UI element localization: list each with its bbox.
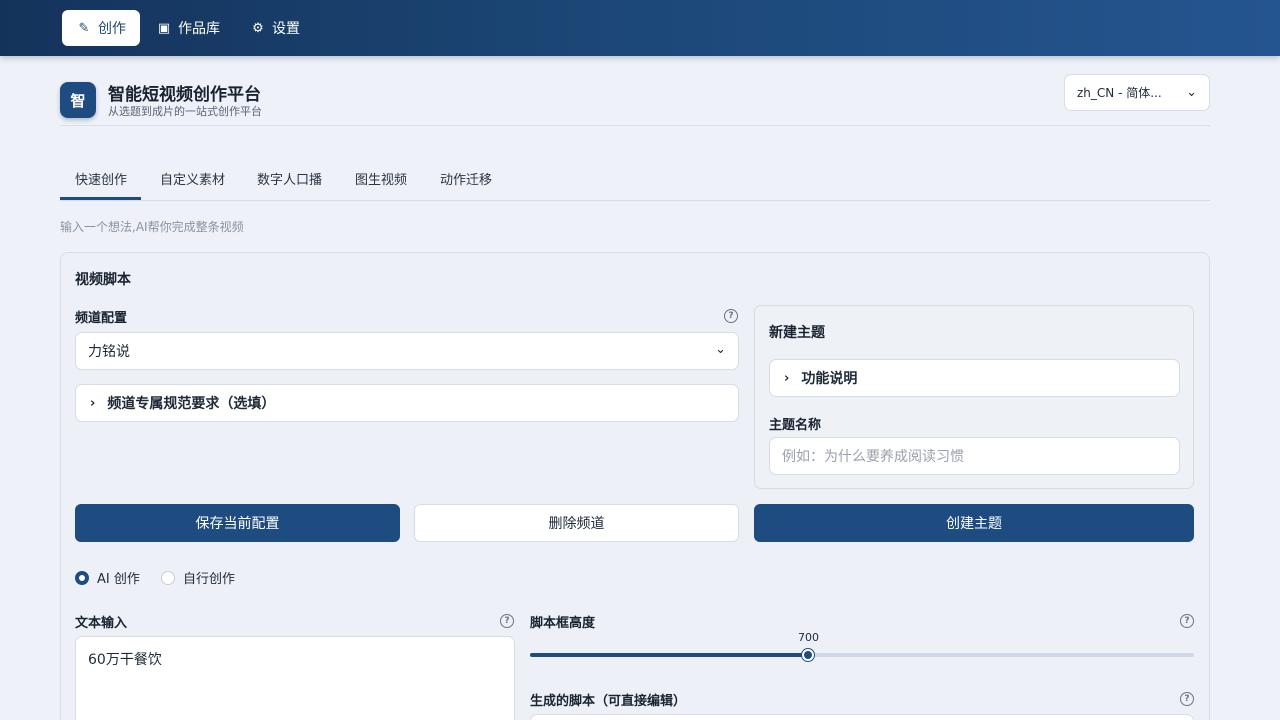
channel-rules-accordion[interactable]: › 频道专属规范要求（选填） bbox=[75, 384, 739, 422]
page-hint: 输入一个想法,AI帮你完成整条视频 bbox=[60, 220, 244, 234]
tab-motion-transfer[interactable]: 动作迁移 bbox=[440, 169, 492, 188]
top-nav: ✎ 创作 ▣ 作品库 ⚙ 设置 bbox=[0, 0, 1280, 56]
delete-channel-button[interactable]: 删除频道 bbox=[414, 504, 739, 542]
channel-rules-label: 频道专属规范要求（选填） bbox=[107, 396, 276, 412]
manual-create-label: 自行创作 bbox=[183, 572, 236, 587]
channel-select[interactable]: 力铭说 ⌄ bbox=[75, 332, 739, 370]
library-icon: ▣ bbox=[157, 20, 171, 36]
nav-library-label: 作品库 bbox=[178, 21, 220, 37]
manual-create-radio[interactable]: 自行创作 bbox=[161, 568, 235, 587]
text-input-area[interactable]: 60万干餐饮 bbox=[75, 636, 515, 720]
active-tab-indicator bbox=[60, 197, 141, 200]
header-divider bbox=[60, 125, 1210, 126]
channel-config-label: 频道配置 bbox=[75, 311, 128, 326]
app-subtitle: 从选题到成片的一站式创作平台 bbox=[108, 105, 262, 118]
save-config-button[interactable]: 保存当前配置 bbox=[75, 504, 400, 542]
nav-create-button[interactable]: ✎ 创作 bbox=[62, 10, 140, 46]
edit-icon: ✎ bbox=[78, 20, 90, 36]
topic-name-label: 主题名称 bbox=[769, 418, 822, 433]
nav-library-button[interactable]: ▣ 作品库 bbox=[142, 10, 234, 46]
script-height-slider[interactable] bbox=[530, 649, 1194, 661]
new-topic-title: 新建主题 bbox=[769, 325, 825, 341]
tab-digital-human[interactable]: 数字人口播 bbox=[257, 169, 322, 188]
generated-script-label: 生成的脚本（可直接编辑） bbox=[530, 694, 687, 709]
nav-settings-button[interactable]: ⚙ 设置 bbox=[236, 10, 314, 46]
channel-value: 力铭说 bbox=[88, 344, 130, 360]
tabs-divider bbox=[60, 200, 1210, 201]
help-icon[interactable]: ? bbox=[500, 614, 514, 628]
create-topic-button[interactable]: 创建主题 bbox=[754, 504, 1194, 542]
slider-value: 700 bbox=[798, 631, 819, 644]
help-icon[interactable]: ? bbox=[1180, 692, 1194, 706]
help-icon[interactable]: ? bbox=[724, 309, 738, 323]
ai-create-label: AI 创作 bbox=[97, 572, 140, 587]
nav-settings-label: 设置 bbox=[272, 21, 300, 37]
script-height-label: 脚本框高度 bbox=[530, 616, 596, 631]
language-value: zh_CN - 简体... bbox=[1077, 86, 1162, 100]
gear-icon: ⚙ bbox=[252, 20, 264, 36]
chevron-right-icon: › bbox=[90, 395, 96, 411]
chevron-down-icon: ⌄ bbox=[715, 342, 726, 357]
app-logo: 智 bbox=[60, 82, 96, 118]
language-select[interactable]: zh_CN - 简体... ⌄ bbox=[1064, 74, 1210, 111]
help-icon[interactable]: ? bbox=[1180, 614, 1194, 628]
ai-create-radio[interactable]: AI 创作 bbox=[75, 568, 140, 587]
app-title: 智能短视频创作平台 bbox=[108, 85, 261, 105]
chevron-right-icon: › bbox=[784, 370, 790, 386]
generated-script-editor[interactable] bbox=[530, 714, 1194, 720]
tab-custom-material[interactable]: 自定义素材 bbox=[160, 169, 225, 188]
radio-dot bbox=[161, 570, 175, 585]
feature-desc-accordion[interactable]: › 功能说明 bbox=[769, 359, 1180, 397]
card-title: 视频脚本 bbox=[75, 272, 131, 288]
topic-name-input[interactable]: 例如：为什么要养成阅读习惯 bbox=[769, 437, 1180, 475]
tab-image-to-video[interactable]: 图生视频 bbox=[355, 169, 407, 188]
topic-name-placeholder: 例如：为什么要养成阅读习惯 bbox=[782, 449, 964, 465]
radio-dot bbox=[75, 570, 89, 585]
tab-quick-create[interactable]: 快速创作 bbox=[75, 169, 127, 188]
nav-create-label: 创作 bbox=[98, 21, 126, 37]
chevron-down-icon: ⌄ bbox=[1186, 85, 1197, 100]
text-input-label: 文本输入 bbox=[75, 616, 128, 631]
feature-desc-label: 功能说明 bbox=[801, 371, 858, 387]
slider-fill bbox=[530, 653, 809, 657]
